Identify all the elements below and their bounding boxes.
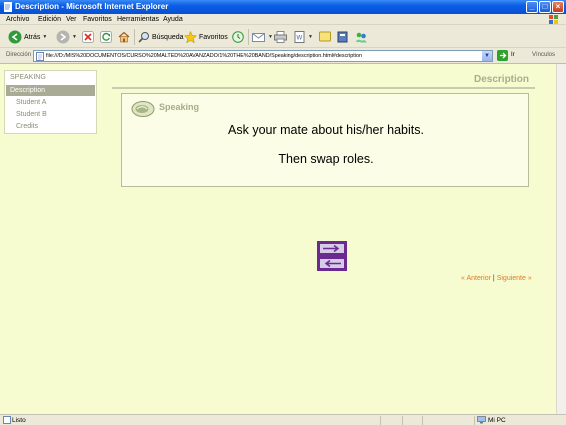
window-title: Description - Microsoft Internet Explore… <box>15 2 169 11</box>
favorites-button[interactable]: Favoritos <box>184 29 228 45</box>
nav-item-credits[interactable]: Credits <box>16 123 38 130</box>
forward-arrow-icon <box>56 30 70 44</box>
address-url: file:///D:/MIS%20DOCUMENTOS/CURSO%20MALT… <box>46 53 362 59</box>
maximize-button[interactable]: □ <box>539 1 551 13</box>
history-icon <box>232 31 244 43</box>
page-title: Description <box>474 74 530 85</box>
nav-item-student-a[interactable]: Student A <box>16 99 46 106</box>
vertical-scrollbar[interactable] <box>556 64 566 414</box>
history-button[interactable] <box>232 29 244 45</box>
back-label: Atrás <box>24 33 41 41</box>
menu-bar: Archivo Edición Ver Favoritos Herramient… <box>0 14 566 25</box>
address-label: Dirección <box>6 52 32 58</box>
printer-icon <box>274 31 287 43</box>
windows-logo-icon <box>549 15 558 24</box>
menu-ver[interactable]: Ver <box>66 16 77 23</box>
address-dropdown-icon[interactable]: ▼ <box>482 51 492 61</box>
edit-document-icon: W <box>294 31 305 43</box>
activity-box: Speaking Ask your mate about his/her hab… <box>121 93 529 187</box>
computer-zone-icon <box>477 416 486 424</box>
speaking-logo-icon <box>131 101 155 117</box>
status-divider <box>380 416 381 425</box>
address-input[interactable]: file:///D:/MIS%20DOCUMENTOS/CURSO%20MALT… <box>33 50 493 62</box>
previous-page-arrow-button[interactable] <box>317 256 347 271</box>
search-button[interactable]: Búsqueda <box>138 29 184 45</box>
nav-item-description[interactable]: Description <box>6 85 95 96</box>
status-divider <box>402 416 403 425</box>
search-label: Búsqueda <box>152 33 184 41</box>
home-icon <box>118 31 130 43</box>
forward-dropdown-icon[interactable]: ▼ <box>72 34 77 40</box>
menu-ayuda[interactable]: Ayuda <box>163 16 183 23</box>
nav-heading-speaking[interactable]: SPEAKING <box>10 74 46 81</box>
go-arrow-icon[interactable] <box>497 50 508 61</box>
refresh-icon <box>100 31 112 43</box>
back-button[interactable]: Atrás ▼ <box>8 29 47 45</box>
print-button[interactable] <box>274 29 287 45</box>
stop-icon <box>82 31 94 43</box>
nav-item-student-b[interactable]: Student B <box>16 111 47 118</box>
back-arrow-icon <box>8 30 22 44</box>
minimize-button[interactable]: _ <box>526 1 538 13</box>
menu-herramientas[interactable]: Herramientas <box>117 16 159 23</box>
left-arrow-icon <box>320 259 344 268</box>
refresh-button[interactable] <box>100 29 112 45</box>
mail-dropdown-icon[interactable]: ▼ <box>268 34 273 40</box>
discuss-icon <box>319 31 331 42</box>
go-button[interactable]: Ir <box>511 52 515 58</box>
page-status-icon <box>3 416 11 424</box>
toolbar-separator <box>134 29 135 45</box>
toolbar-separator <box>248 29 249 45</box>
mail-icon <box>252 33 265 42</box>
links-toolbar[interactable]: Vínculos <box>532 52 555 58</box>
messenger-button[interactable] <box>355 29 368 45</box>
research-button[interactable] <box>337 29 349 45</box>
favorites-label: Favoritos <box>199 33 228 41</box>
address-bar: Dirección file:///D:/MIS%20DOCUMENTOS/CU… <box>0 48 566 64</box>
sidebar-nav: SPEAKING Description Student A Student B… <box>4 70 97 134</box>
forward-button[interactable]: ▼ <box>56 29 77 45</box>
zone-text: Mi PC <box>488 417 506 424</box>
activity-label: Speaking <box>159 102 200 112</box>
status-divider <box>474 416 475 425</box>
instruction-text: Ask your mate about his/her habits. <box>228 123 424 137</box>
back-dropdown-icon[interactable]: ▼ <box>42 34 47 40</box>
favorites-star-icon <box>184 30 197 43</box>
svg-text:W: W <box>297 36 303 42</box>
status-bar: Listo Mi PC <box>0 414 566 425</box>
menu-archivo[interactable]: Archivo <box>6 16 29 23</box>
mail-button[interactable]: ▼ <box>252 29 273 45</box>
home-button[interactable] <box>118 29 130 45</box>
discuss-button[interactable] <box>319 29 332 45</box>
edit-button[interactable]: W ▼ <box>294 29 313 45</box>
right-arrow-icon <box>320 244 344 253</box>
status-divider <box>422 416 423 425</box>
menu-favoritos[interactable]: Favoritos <box>83 16 112 23</box>
pager-separator: | <box>492 275 495 282</box>
toolbar: Atrás ▼ ▼ Búsqueda Favoritos ▼ W ▼ <box>0 26 566 48</box>
pager: « Anterior | Siguiente » <box>461 275 532 282</box>
menu-edicion[interactable]: Edición <box>38 16 61 23</box>
page-icon <box>36 52 44 61</box>
edit-dropdown-icon[interactable]: ▼ <box>308 34 313 40</box>
ie-page-icon <box>4 2 12 12</box>
messenger-icon <box>356 32 367 43</box>
window-title-bar: Description - Microsoft Internet Explore… <box>0 0 566 14</box>
title-divider <box>112 87 535 89</box>
next-page-arrow-button[interactable] <box>317 241 347 256</box>
status-text: Listo <box>12 417 26 424</box>
search-icon <box>138 32 149 43</box>
next-link[interactable]: Siguiente » <box>497 275 532 282</box>
stop-button[interactable] <box>82 29 94 45</box>
previous-link[interactable]: « Anterior <box>461 275 491 282</box>
close-button[interactable]: × <box>552 1 564 13</box>
instruction-text-secondary: Then swap roles. <box>278 152 374 166</box>
research-book-icon <box>337 31 348 43</box>
